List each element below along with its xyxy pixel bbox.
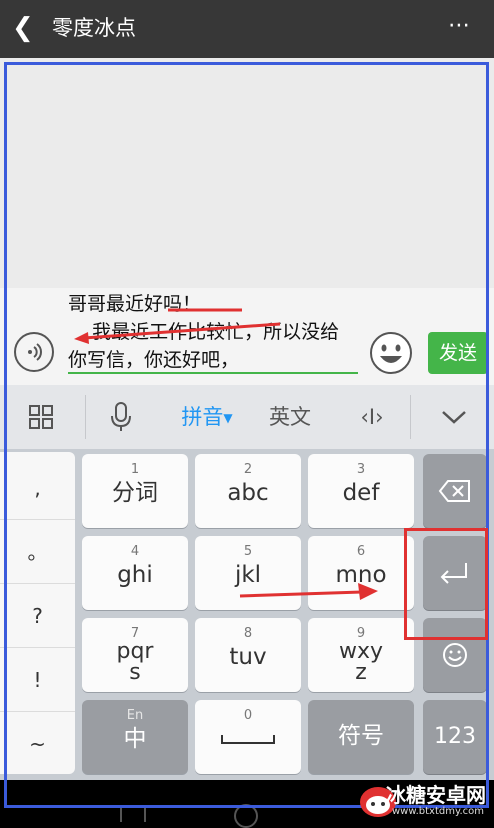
annotation-frame-blue [4,62,489,808]
watermark-url: www.btxtdmy.com [391,806,484,817]
chat-title: 零度冰点 [52,16,136,40]
nav-back-icon[interactable] [120,806,146,822]
more-options-icon[interactable]: ⋯ [448,10,472,42]
back-icon[interactable]: ❮ [12,14,36,42]
watermark-text: 冰糖安卓网 [386,783,486,807]
annotation-frame-red [404,528,488,640]
